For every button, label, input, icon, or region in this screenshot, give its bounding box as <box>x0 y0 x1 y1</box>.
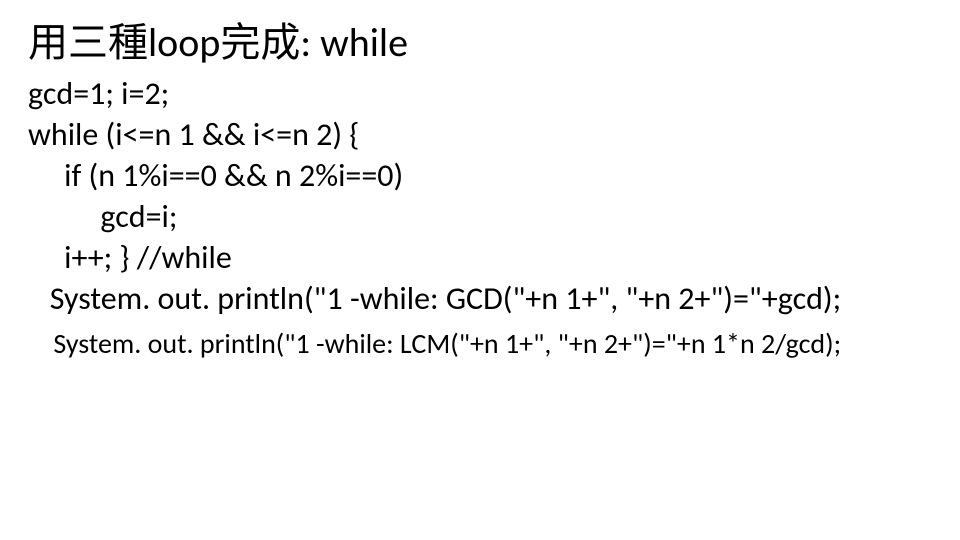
code-line: if (n 1%i==0 && n 2%i==0) <box>28 156 932 197</box>
code-line: System. out. println("1 -while: LCM("+n … <box>28 326 932 362</box>
slide: 用三種loop完成: while gcd=1; i=2; while (i<=n… <box>0 0 960 540</box>
code-line: gcd=i; <box>28 197 932 238</box>
code-line: System. out. println("1 -while: GCD("+n … <box>28 279 932 320</box>
slide-body: gcd=1; i=2; while (i<=n 1 && i<=n 2) { i… <box>28 74 932 362</box>
code-line: while (i<=n 1 && i<=n 2) { <box>28 115 932 156</box>
code-line: gcd=1; i=2; <box>28 74 932 115</box>
slide-title: 用三種loop完成: while <box>28 18 932 68</box>
code-line: i++; } //while <box>28 238 932 279</box>
